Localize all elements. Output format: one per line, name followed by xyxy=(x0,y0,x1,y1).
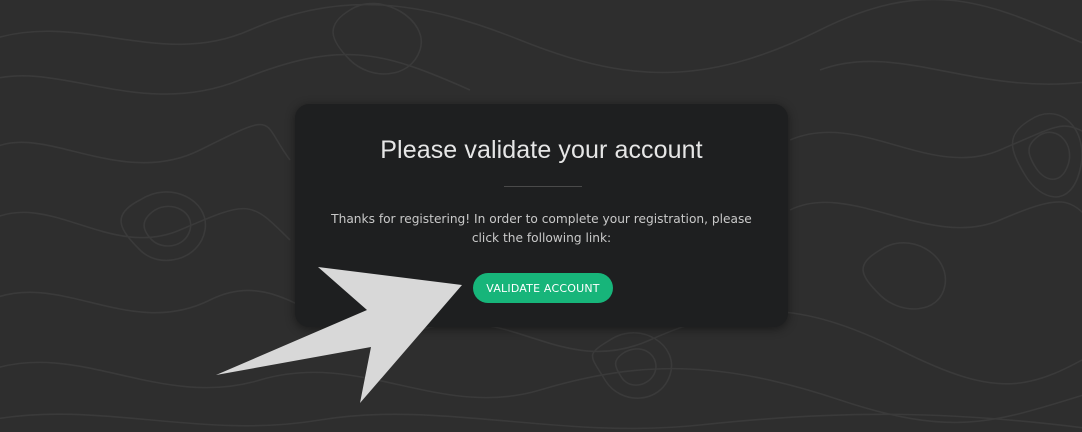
validation-dialog: Please validate your account Thanks for … xyxy=(295,104,788,327)
dialog-message: Thanks for registering! In order to comp… xyxy=(331,212,752,245)
dialog-title: Please validate your account xyxy=(380,136,703,164)
validate-account-button[interactable]: VALIDATE ACCOUNT xyxy=(473,273,613,303)
title-divider xyxy=(504,186,582,187)
